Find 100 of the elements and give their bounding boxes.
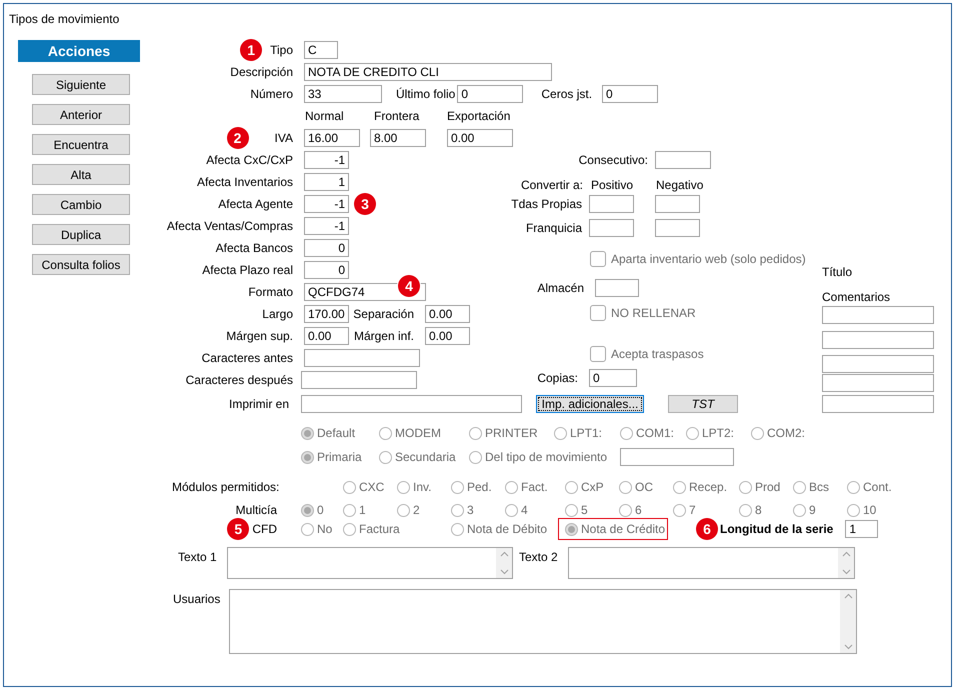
input-field[interactable]	[301, 371, 417, 389]
field-label: Convertir a:	[520, 177, 583, 194]
input-field[interactable]: 1	[304, 173, 349, 191]
number-badge: 2	[226, 127, 249, 149]
input-field[interactable]: 16.00	[304, 129, 360, 147]
field-label: Descripción	[229, 64, 293, 81]
input-field[interactable]	[304, 349, 420, 367]
input-field[interactable]	[589, 219, 634, 237]
scroll-up-icon[interactable]	[500, 551, 508, 557]
field-label: Normal	[305, 108, 345, 125]
window-title: Tipos de movimiento	[8, 11, 120, 28]
field-label: Afecta Inventarios	[196, 174, 293, 191]
input-field[interactable]: 0.00	[425, 305, 470, 323]
input-field[interactable]: -1	[304, 195, 349, 213]
scroll-up-icon[interactable]	[844, 593, 852, 599]
field-label: Multicía	[234, 502, 277, 519]
input-field[interactable]: NOTA DE CREDITO CLI	[304, 63, 552, 81]
input-field[interactable]	[822, 355, 934, 373]
field-label: Consecutivo:	[578, 152, 648, 169]
input-field[interactable]: 8.00	[370, 129, 426, 147]
text-area[interactable]	[229, 589, 857, 654]
field-label: Caracteres después	[184, 372, 293, 389]
input-field[interactable]: 33	[304, 85, 382, 103]
field-label: Formato	[247, 284, 293, 301]
number-badge: 4	[398, 275, 420, 297]
input-field[interactable]: 0.00	[447, 129, 513, 147]
action-button[interactable]: Alta	[32, 164, 130, 185]
print-button[interactable]: TST	[668, 395, 738, 413]
scrollbar[interactable]	[840, 590, 856, 653]
field-label: Imprimir en	[228, 396, 289, 413]
input-field[interactable]: 0.00	[304, 327, 349, 345]
field-label: Tipo	[270, 42, 293, 59]
input-field[interactable]	[589, 195, 634, 213]
number-badge: 6	[696, 518, 718, 540]
action-button[interactable]: Cambio	[32, 194, 130, 215]
scroll-down-icon[interactable]	[844, 644, 852, 650]
field-label: Franquicia	[524, 220, 582, 237]
input-field[interactable]	[655, 195, 700, 213]
field-label: Comentarios	[822, 289, 892, 306]
input-field[interactable]	[620, 448, 734, 466]
field-label: Tdas Propias	[510, 196, 582, 213]
field-label: Módulos permitidos:	[172, 479, 280, 496]
input-field[interactable]: -1	[304, 217, 349, 235]
input-field[interactable]	[822, 306, 934, 324]
field-label: Número	[249, 86, 293, 103]
input-field[interactable]	[301, 395, 522, 413]
text-area[interactable]	[227, 547, 513, 579]
field-label: Copias:	[536, 370, 578, 387]
field-label: Texto 2	[519, 549, 559, 566]
scrollbar[interactable]	[838, 548, 854, 578]
field-label: Caracteres antes	[200, 350, 293, 367]
action-button[interactable]: Siguiente	[32, 74, 130, 95]
field-label: Usuarios	[173, 591, 222, 608]
input-field[interactable]: 0	[457, 85, 524, 103]
field-label: Texto 1	[178, 549, 218, 566]
field-label: Márgen inf.	[352, 328, 415, 345]
field-label: CFD	[252, 521, 277, 538]
input-field[interactable]	[822, 331, 934, 349]
scroll-down-icon[interactable]	[500, 569, 508, 575]
field-label: Último folio	[396, 86, 456, 103]
field-label: Exportación	[447, 108, 510, 125]
field-label: Largo	[261, 306, 293, 323]
field-label: Márgen sup.	[225, 328, 293, 345]
action-button[interactable]: Encuentra	[32, 134, 130, 155]
input-field[interactable]	[655, 219, 700, 237]
action-button[interactable]: Consulta folios	[32, 254, 130, 275]
field-label: Positivo	[591, 177, 634, 194]
action-button[interactable]: Anterior	[32, 104, 130, 125]
input-field[interactable]: 0	[602, 85, 658, 103]
field-label: Afecta Bancos	[214, 240, 293, 257]
input-field[interactable]	[822, 374, 934, 392]
input-field[interactable]: 170.00	[304, 305, 349, 323]
field-label: Almacén	[536, 280, 584, 297]
field-label: Frontera	[374, 108, 420, 125]
actions-header: Acciones	[18, 40, 140, 62]
input-field[interactable]: 0.00	[425, 327, 470, 345]
scroll-down-icon[interactable]	[842, 569, 850, 575]
input-field[interactable]: C	[304, 41, 338, 59]
scrollbar[interactable]	[496, 548, 512, 578]
input-field[interactable]: 0	[589, 369, 637, 387]
number-badge: 5	[227, 518, 250, 540]
input-field[interactable]: -1	[304, 151, 349, 169]
field-label: Negativo	[656, 177, 704, 194]
input-field[interactable]: 0	[304, 261, 349, 279]
field-label: Afecta Agente	[217, 196, 293, 213]
field-label: IVA	[274, 130, 293, 147]
input-field[interactable]: 1	[845, 520, 878, 538]
field-label: Título	[822, 264, 854, 281]
field-label: Afecta Plazo real	[201, 262, 293, 279]
field-label: Afecta CxC/CxP	[205, 152, 293, 169]
input-field[interactable]: 0	[304, 239, 349, 257]
input-field[interactable]	[595, 279, 639, 297]
action-button[interactable]: Duplica	[32, 224, 130, 245]
input-field[interactable]	[655, 151, 711, 169]
input-field[interactable]	[822, 395, 934, 413]
text-area[interactable]	[568, 547, 855, 579]
field-label: Separación	[352, 306, 415, 323]
scroll-up-icon[interactable]	[842, 551, 850, 557]
field-label: Longitud de la serie	[720, 521, 834, 538]
print-button[interactable]: Imp. adicionales...	[536, 395, 644, 413]
